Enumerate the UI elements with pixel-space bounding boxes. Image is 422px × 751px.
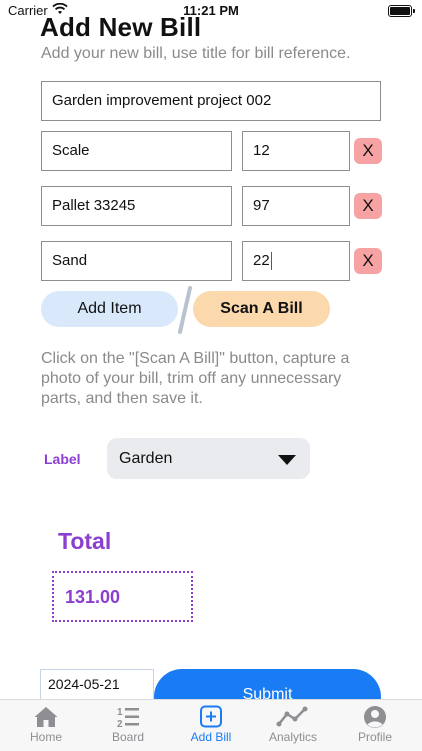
total-value: 131.00 [52, 571, 193, 622]
tab-label: Board [111, 730, 145, 744]
total-caption: Total [58, 528, 112, 554]
plus-square-icon [200, 705, 222, 728]
item-name-input[interactable]: Scale [41, 131, 232, 171]
item-amount-input[interactable]: 22 [242, 241, 350, 281]
divider-slash [178, 286, 192, 334]
bill-title-input[interactable]: Garden improvement project 002 [41, 81, 381, 121]
dropdown-triangle-icon [278, 455, 296, 465]
item-name-input[interactable]: Sand [41, 241, 232, 281]
remove-item-button[interactable]: X [354, 248, 382, 274]
label-select[interactable]: Garden [107, 438, 310, 479]
battery-icon [388, 5, 415, 17]
date-input[interactable]: 2024-05-21 [40, 669, 154, 701]
item-amount-input[interactable]: 97 [242, 186, 350, 226]
tab-home[interactable]: Home [4, 700, 88, 751]
tab-profile[interactable]: Profile [333, 700, 417, 751]
label-select-value: Garden [119, 450, 173, 467]
tab-label: Home [29, 730, 62, 744]
item-amount-input[interactable]: 12 [242, 131, 350, 171]
home-icon [34, 707, 58, 727]
svg-text:1: 1 [117, 707, 123, 718]
remove-item-button[interactable]: X [354, 138, 382, 164]
svg-text:2: 2 [117, 719, 123, 729]
page-subtitle: Add your new bill, use title for bill re… [41, 45, 351, 62]
item-name-input[interactable]: Pallet 33245 [41, 186, 232, 226]
list-numbered-icon: 1 2 [117, 707, 139, 729]
person-circle-icon [364, 706, 386, 728]
tab-label: Analytics [268, 730, 318, 744]
tab-label: Profile [357, 730, 392, 744]
page-title: Add New Bill [40, 12, 202, 42]
tab-analytics[interactable]: Analytics [251, 700, 335, 751]
line-chart-icon [276, 706, 308, 727]
label-caption: Label [44, 451, 81, 467]
tab-board[interactable]: 1 2 Board [86, 700, 170, 751]
item-amount-value: 22 [253, 252, 270, 269]
tab-label: Add Bill [190, 730, 232, 744]
scan-bill-button[interactable]: Scan A Bill [193, 291, 330, 327]
remove-item-button[interactable]: X [354, 193, 382, 219]
tab-bar: Home 1 2 Board Add Bill Analytics Profil… [0, 699, 422, 751]
text-cursor [270, 252, 273, 271]
add-item-button[interactable]: Add Item [41, 291, 178, 327]
scan-help-text: Click on the "[Scan A Bill]" button, cap… [41, 350, 350, 407]
tab-add-bill[interactable]: Add Bill [169, 700, 253, 751]
